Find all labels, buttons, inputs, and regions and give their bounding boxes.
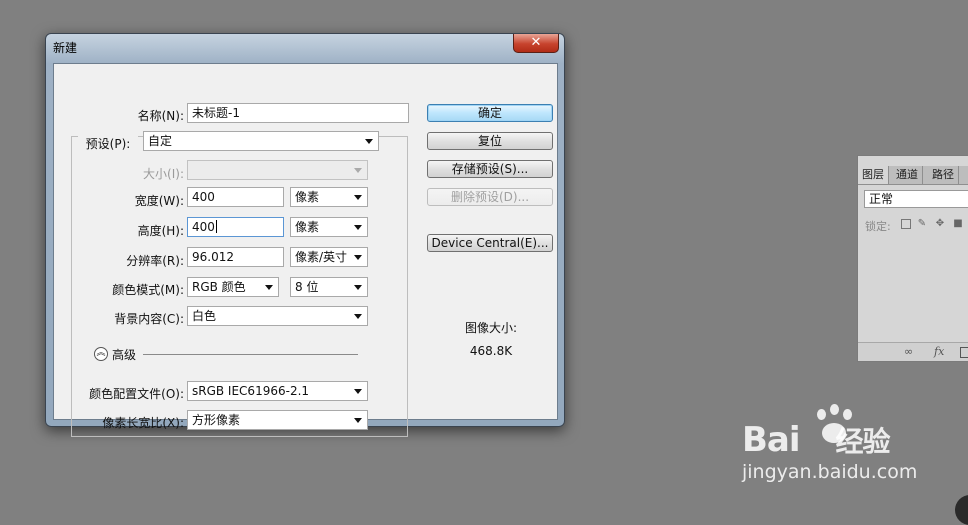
resolution-unit-value: 像素/英寸 <box>295 250 348 264</box>
fx-icon[interactable]: fx <box>934 345 944 358</box>
width-unit-select[interactable]: 像素 <box>290 187 368 207</box>
chevron-down-icon <box>354 255 362 260</box>
background-value: 白色 <box>192 309 217 323</box>
advanced-divider <box>143 354 358 355</box>
advanced-label: 高级 <box>112 348 137 362</box>
height-field[interactable]: 400 <box>187 217 284 237</box>
preset-select[interactable]: 自定 <box>143 131 379 151</box>
chevron-down-icon <box>354 168 362 173</box>
width-label: 宽度(W): <box>134 194 184 208</box>
watermark-url: jingyan.baidu.com <box>742 461 918 483</box>
lock-icon[interactable]: ■ <box>953 219 963 229</box>
dialog-body: 名称(N): 未标题-1 预设(P): 自定 大小(I): 宽度(W): 400… <box>53 63 558 437</box>
tab-layers[interactable]: 图层 <box>858 166 889 184</box>
delete-preset-button: 删除预设(D)... <box>427 188 553 206</box>
color-profile-label: 颜色配置文件(O): <box>89 387 184 401</box>
image-size-label: 图像大小: <box>464 321 518 335</box>
name-field[interactable]: 未标题-1 <box>187 103 409 123</box>
chevron-down-icon <box>354 195 362 200</box>
size-select <box>187 160 368 180</box>
color-profile-value: sRGB IEC61966-2.1 <box>192 384 310 398</box>
resolution-unit-select[interactable]: 像素/英寸 <box>290 247 368 267</box>
new-document-dialog: 新建 ✕ 名称(N): 未标题-1 预设(P): 自定 大小(I): 宽度(W)… <box>45 33 565 437</box>
width-unit-value: 像素 <box>295 190 320 204</box>
color-mode-label: 颜色模式(M): <box>112 283 184 297</box>
paw-icon <box>817 409 826 420</box>
close-button[interactable]: ✕ <box>513 34 559 53</box>
tab-channels[interactable]: 通道 <box>892 166 923 184</box>
name-label: 名称(N): <box>137 109 184 123</box>
watermark-logo-cn: 经验 <box>835 425 891 458</box>
chevron-down-icon <box>354 225 362 230</box>
reset-button[interactable]: 复位 <box>427 132 553 150</box>
collapse-advanced-icon[interactable]: ︽ <box>94 347 108 361</box>
background-select[interactable]: 白色 <box>187 306 368 326</box>
height-value: 400 <box>192 220 215 234</box>
resolution-field[interactable]: 96.012 <box>187 247 284 267</box>
color-mode-select[interactable]: RGB 颜色 <box>187 277 279 297</box>
bit-depth-value: 8 位 <box>295 280 319 294</box>
text-caret <box>215 220 217 233</box>
pixel-aspect-value: 方形像素 <box>192 413 241 427</box>
watermark-logo-text: Bai <box>742 420 801 460</box>
color-profile-select[interactable]: sRGB IEC61966-2.1 <box>187 381 368 401</box>
corner-decoration <box>955 495 968 525</box>
resolution-label: 分辨率(R): <box>126 254 184 268</box>
ok-button[interactable]: 确定 <box>427 104 553 122</box>
lock-label: 锁定: <box>865 220 891 233</box>
watermark-logo: Bai 经验 <box>742 420 891 460</box>
chevron-down-icon <box>354 285 362 290</box>
dialog-title: 新建 <box>53 41 78 55</box>
chevron-down-icon <box>365 139 373 144</box>
pixel-aspect-select[interactable]: 方形像素 <box>187 410 368 430</box>
blend-mode-select[interactable]: 正常 <box>864 190 968 208</box>
layers-panel: 图层 通道 路径 正常 锁定: ✎ ✥ ■ ∞ fx <box>857 155 968 362</box>
height-unit-select[interactable]: 像素 <box>290 217 368 237</box>
preset-label: 预设(P): <box>78 135 138 152</box>
width-field[interactable]: 400 <box>187 187 284 207</box>
paw-icon <box>843 409 852 420</box>
bit-depth-select[interactable]: 8 位 <box>290 277 368 297</box>
move-icon[interactable]: ✥ <box>935 219 945 229</box>
panel-footer: ∞ fx <box>858 342 968 361</box>
panel-tabs: 图层 通道 路径 <box>858 166 968 185</box>
preset-value: 自定 <box>148 134 173 148</box>
tab-paths[interactable]: 路径 <box>928 166 959 184</box>
height-unit-value: 像素 <box>295 220 320 234</box>
background-label: 背景内容(C): <box>114 312 184 326</box>
chevron-down-icon <box>354 389 362 394</box>
save-preset-button[interactable]: 存储预设(S)... <box>427 160 553 178</box>
paw-icon <box>830 404 839 415</box>
color-mode-value: RGB 颜色 <box>192 280 246 294</box>
chevron-down-icon <box>265 285 273 290</box>
height-label: 高度(H): <box>137 224 184 238</box>
link-icon[interactable]: ∞ <box>904 345 913 358</box>
brush-icon[interactable]: ✎ <box>917 219 927 229</box>
pixel-aspect-label: 像素长宽比(X): <box>102 416 184 430</box>
device-central-button[interactable]: Device Central(E)... <box>427 234 553 252</box>
image-size-value: 468.8K <box>469 344 513 358</box>
size-label: 大小(I): <box>143 167 184 181</box>
mask-icon[interactable] <box>960 347 968 358</box>
chevron-down-icon <box>354 418 362 423</box>
chevron-down-icon <box>354 314 362 319</box>
lock-transparent-icon[interactable] <box>901 219 911 229</box>
